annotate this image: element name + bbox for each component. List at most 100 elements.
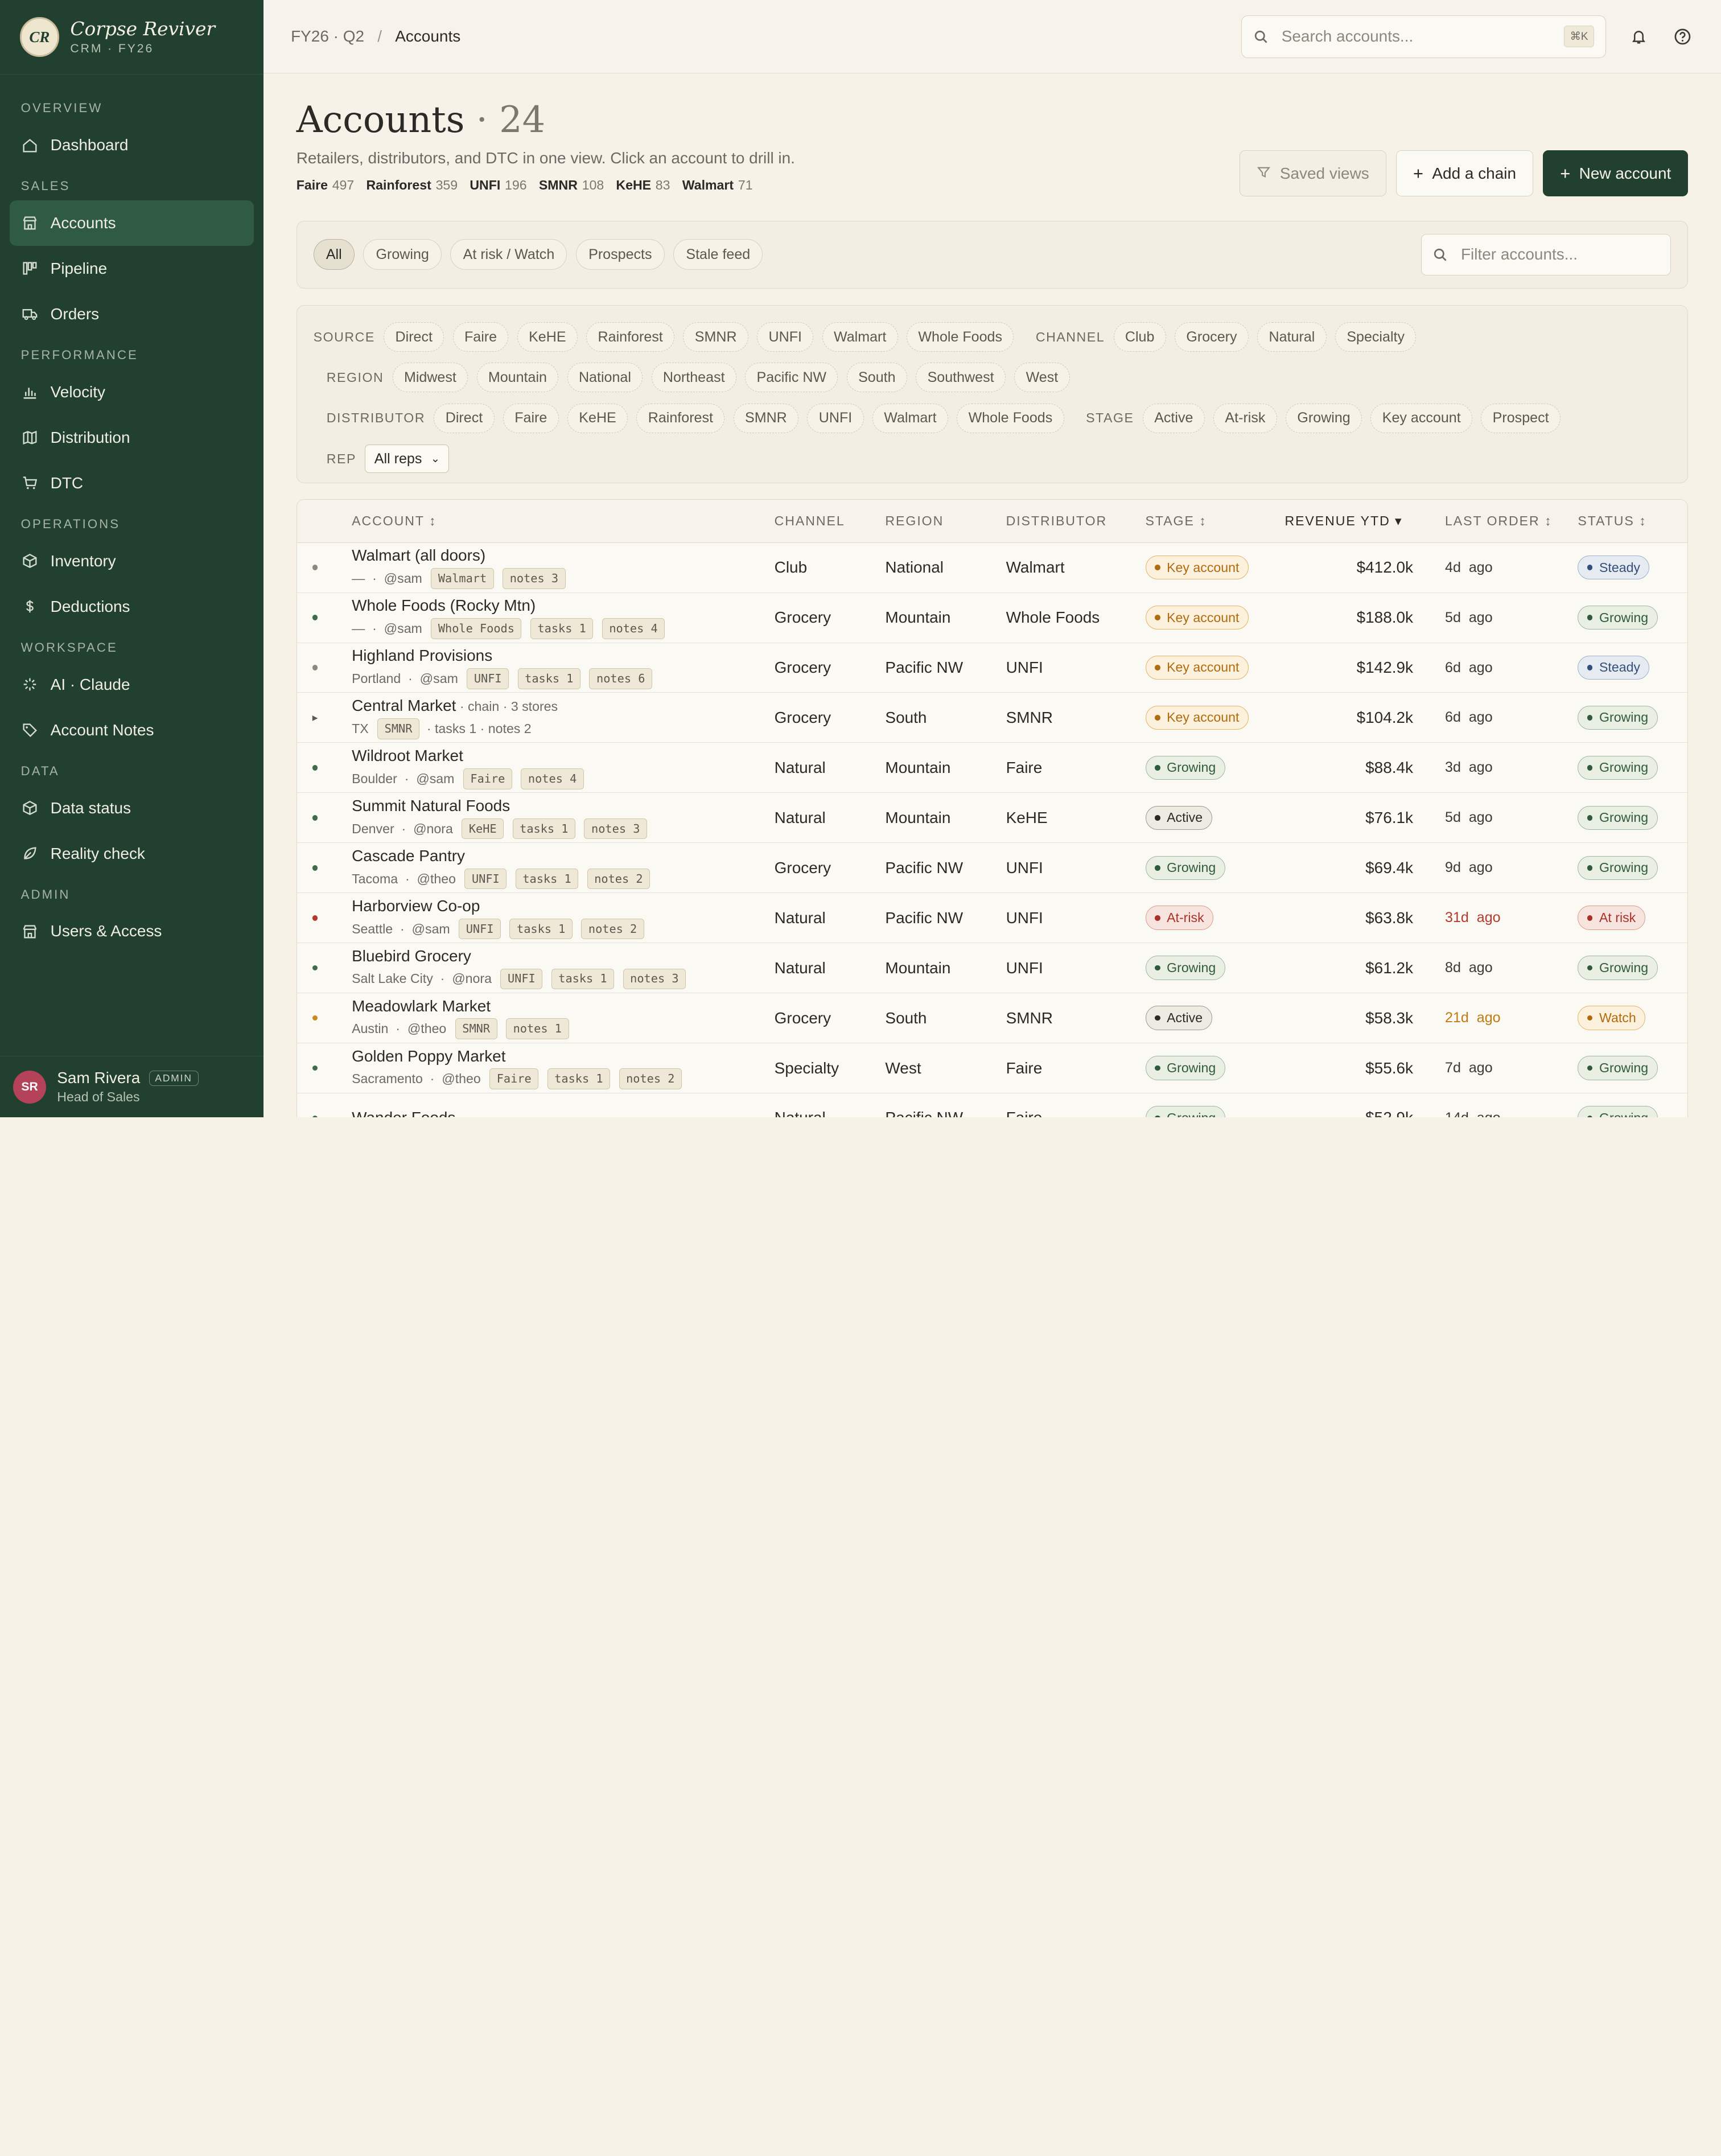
- account-cell[interactable]: Wander Foods: [352, 1093, 455, 1117]
- facet-chip-channel[interactable]: Specialty: [1335, 322, 1417, 352]
- search-input[interactable]: Search accounts... ⌘K: [1241, 15, 1606, 58]
- col-revenue[interactable]: REVENUE YTD ▾: [1284, 513, 1402, 529]
- facet-chip-distributor[interactable]: Faire: [503, 403, 559, 433]
- account-name[interactable]: Meadowlark Market: [352, 997, 491, 1017]
- facet-chip-region[interactable]: Midwest: [392, 363, 468, 393]
- quick-filter-chip[interactable]: Growing: [363, 239, 442, 270]
- account-name[interactable]: Highland Provisions: [352, 646, 492, 666]
- sidebar-item-distribution[interactable]: Distribution: [10, 415, 253, 460]
- col-distributor[interactable]: DISTRIBUTOR: [1006, 513, 1107, 529]
- facet-chip-region[interactable]: Mountain: [476, 363, 559, 393]
- table-row[interactable]: Walmart (all doors) — · @sam Walmart notes …: [297, 543, 1688, 593]
- saved-views-button[interactable]: Saved views: [1240, 150, 1386, 197]
- facet-chip-region[interactable]: West: [1014, 363, 1070, 393]
- account-cell[interactable]: Cascade Pantry Tacoma · @theo UNFI tasks 1 n…: [352, 843, 650, 892]
- account-cell[interactable]: Highland Provisions Portland · @sam UNFI ta…: [352, 643, 652, 693]
- table-row[interactable]: Cascade Pantry Tacoma · @theo UNFI tasks 1 n…: [297, 843, 1688, 894]
- filter-input[interactable]: Filter accounts...: [1421, 233, 1671, 276]
- quick-filter-chip[interactable]: Prospects: [575, 239, 665, 270]
- facet-chip-distributor[interactable]: SMNR: [733, 403, 799, 433]
- account-name[interactable]: Whole Foods (Rocky Mtn): [352, 596, 536, 616]
- facet-chip-stage[interactable]: At-risk: [1213, 403, 1277, 433]
- account-cell[interactable]: Summit Natural Foods Denver · @nora KeHE ta…: [352, 793, 647, 842]
- col-status[interactable]: STATUS ↕: [1578, 513, 1646, 529]
- facet-chip-distributor[interactable]: Direct: [434, 403, 495, 433]
- facet-chip-source[interactable]: Whole Foods: [907, 322, 1014, 352]
- quick-filter-chip[interactable]: Stale feed: [673, 239, 763, 270]
- chevron-right-icon[interactable]: ▸: [312, 711, 318, 725]
- table-row[interactable]: Summit Natural Foods Denver · @nora KeHE ta…: [297, 793, 1688, 844]
- account-cell[interactable]: Harborview Co-op Seattle · @sam UNFI tasks …: [352, 893, 644, 943]
- bell-icon[interactable]: [1628, 26, 1650, 48]
- table-row[interactable]: Highland Provisions Portland · @sam UNFI ta…: [297, 643, 1688, 693]
- breadcrumb-parent[interactable]: FY26 · Q2: [291, 27, 364, 45]
- facet-chip-stage[interactable]: Growing: [1286, 403, 1362, 433]
- facet-chip-stage[interactable]: Active: [1142, 403, 1205, 433]
- facet-chip-source[interactable]: Faire: [452, 322, 509, 352]
- table-row[interactable]: Bluebird Grocery Salt Lake City · @nora UN…: [297, 943, 1688, 994]
- account-name[interactable]: Walmart (all doors): [352, 546, 485, 566]
- sidebar-item-ai-claude[interactable]: AI · Claude: [10, 662, 253, 707]
- account-name[interactable]: Summit Natural Foods: [352, 796, 510, 816]
- account-name[interactable]: Wander Foods: [352, 1108, 455, 1117]
- account-cell[interactable]: Whole Foods (Rocky Mtn) — · @sam Whole Foo…: [352, 593, 665, 643]
- facet-chip-region[interactable]: Pacific NW: [745, 363, 838, 393]
- account-name[interactable]: Wildroot Market: [352, 746, 463, 766]
- account-name[interactable]: Bluebird Grocery: [352, 947, 471, 966]
- sidebar-item-velocity[interactable]: Velocity: [10, 369, 253, 415]
- account-cell[interactable]: Central Market · chain · 3 stores TX SMNR …: [352, 693, 558, 742]
- col-account[interactable]: ACCOUNT ↕: [352, 513, 437, 529]
- facet-chip-channel[interactable]: Natural: [1257, 322, 1327, 352]
- facet-chip-region[interactable]: Northeast: [651, 363, 736, 393]
- quick-filter-chip[interactable]: All: [313, 239, 355, 270]
- col-last-order[interactable]: LAST ORDER ↕: [1445, 513, 1552, 529]
- quick-filter-chip[interactable]: At risk / Watch: [450, 239, 567, 270]
- table-row[interactable]: Wander Foods Natural Pacific NW Faire Growin…: [297, 1093, 1687, 1118]
- help-icon[interactable]: [1671, 26, 1694, 48]
- col-region[interactable]: REGION: [885, 513, 944, 529]
- facet-chip-stage[interactable]: Key account: [1370, 403, 1472, 433]
- table-row[interactable]: ▸ Central Market · chain · 3 stores TX SMNR…: [297, 693, 1688, 743]
- table-row[interactable]: Meadowlark Market Austin · @theo SMNR notes…: [297, 993, 1688, 1044]
- table-row[interactable]: Golden Poppy Market Sacramento · @theo Fai…: [297, 1043, 1688, 1093]
- facet-chip-distributor[interactable]: Whole Foods: [957, 403, 1064, 433]
- facet-chip-source[interactable]: SMNR: [683, 322, 748, 352]
- table-row[interactable]: Harborview Co-op Seattle · @sam UNFI tasks …: [297, 893, 1688, 944]
- facet-chip-source[interactable]: Rainforest: [586, 322, 675, 352]
- account-cell[interactable]: Meadowlark Market Austin · @theo SMNR notes…: [352, 993, 569, 1043]
- sidebar-item-accounts[interactable]: Accounts: [10, 200, 254, 246]
- account-cell[interactable]: Golden Poppy Market Sacramento · @theo Fai…: [352, 1043, 682, 1093]
- account-name[interactable]: Cascade Pantry: [352, 846, 465, 866]
- new-account-button[interactable]: + New account: [1543, 150, 1689, 197]
- facet-chip-channel[interactable]: Club: [1113, 322, 1166, 352]
- facet-chip-region[interactable]: South: [846, 363, 907, 393]
- facet-chip-distributor[interactable]: Walmart: [872, 403, 948, 433]
- add-chain-button[interactable]: + Add a chain: [1396, 150, 1533, 197]
- facet-chip-channel[interactable]: Grocery: [1175, 322, 1249, 352]
- table-row[interactable]: Whole Foods (Rocky Mtn) — · @sam Whole Foo…: [297, 593, 1688, 643]
- facet-chip-distributor[interactable]: UNFI: [807, 403, 864, 433]
- user-profile[interactable]: SR Sam Rivera ADMIN Head of Sales: [0, 1056, 263, 1117]
- sidebar-item-dashboard[interactable]: Dashboard: [10, 122, 253, 168]
- facet-chip-source[interactable]: UNFI: [757, 322, 814, 352]
- account-name[interactable]: Golden Poppy Market: [352, 1047, 505, 1067]
- account-name[interactable]: Harborview Co-op: [352, 896, 480, 916]
- facet-chip-distributor[interactable]: KeHE: [567, 403, 628, 433]
- sidebar-item-account-notes[interactable]: Account Notes: [10, 707, 253, 753]
- account-name[interactable]: Central Market · chain · 3 stores: [352, 696, 558, 717]
- sidebar-item-deductions[interactable]: Deductions: [10, 584, 253, 629]
- sidebar-item-inventory[interactable]: Inventory: [10, 538, 253, 584]
- sidebar-item-pipeline[interactable]: Pipeline: [10, 246, 253, 291]
- table-row[interactable]: Wildroot Market Boulder · @sam Faire notes …: [297, 743, 1688, 793]
- account-cell[interactable]: Walmart (all doors) — · @sam Walmart notes …: [352, 543, 566, 593]
- facet-chip-region[interactable]: Southwest: [916, 363, 1006, 393]
- sidebar-item-reality-check[interactable]: Reality check: [10, 831, 253, 877]
- rep-select[interactable]: All reps ⌄: [365, 445, 450, 474]
- account-cell[interactable]: Bluebird Grocery Salt Lake City · @nora UN…: [352, 943, 686, 993]
- brand[interactable]: CR Corpse Reviver CRM · FY26: [0, 0, 263, 75]
- facet-chip-source[interactable]: Direct: [384, 322, 444, 352]
- sidebar-item-users-access[interactable]: Users & Access: [10, 908, 253, 954]
- sidebar-item-orders[interactable]: Orders: [10, 291, 253, 337]
- facet-chip-source[interactable]: Walmart: [822, 322, 898, 352]
- col-stage[interactable]: STAGE ↕: [1146, 513, 1207, 529]
